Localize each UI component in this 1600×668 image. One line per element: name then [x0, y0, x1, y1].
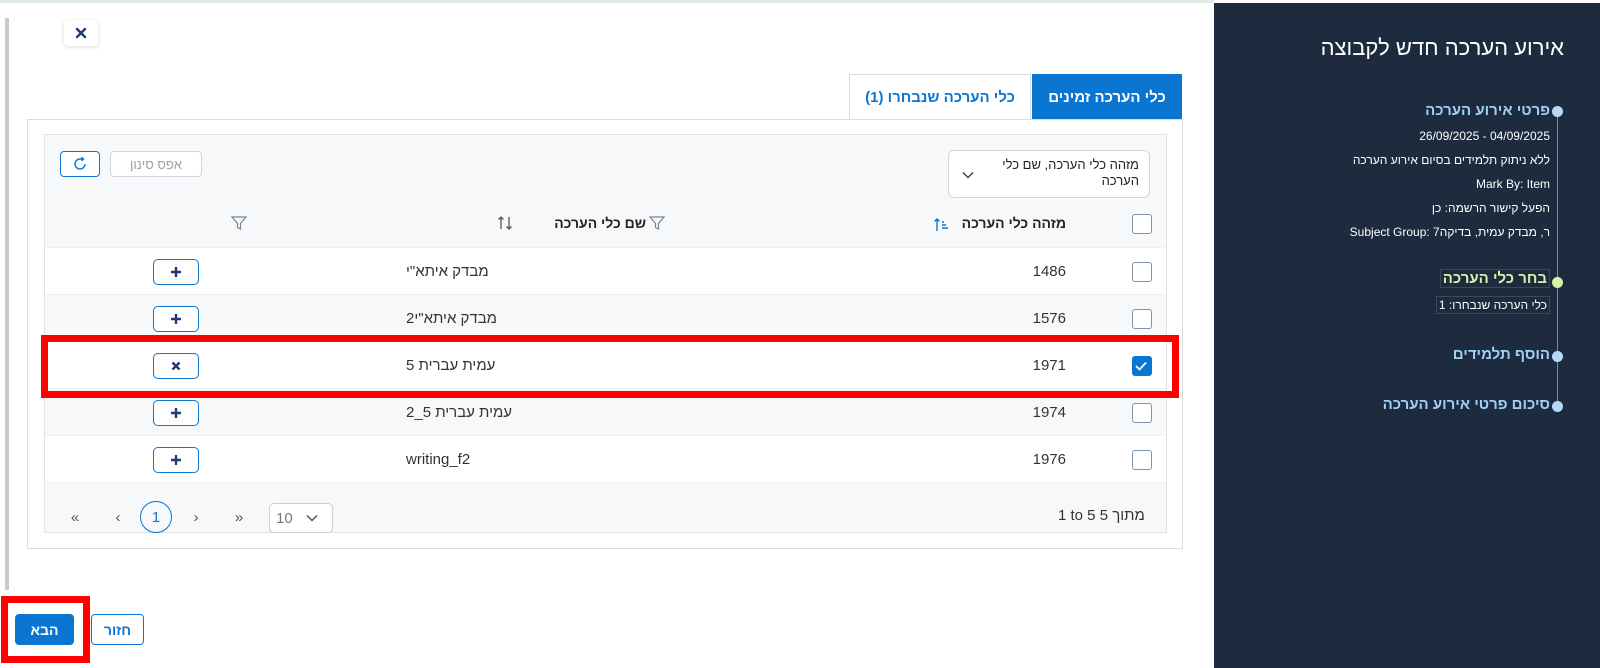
table-row[interactable]: 1486 מבדק איתא"י: [45, 248, 1166, 295]
add-tool-button[interactable]: [153, 259, 199, 285]
step-detail-mark-by: Mark By: Item: [1475, 177, 1550, 191]
pagination-summary: 1 to 5 מתוך 5: [1058, 507, 1145, 524]
assessment-event-wizard: כלי הערכה זמינים כלי הערכה שנבחרו (1) מז…: [0, 0, 1600, 668]
remove-tool-button[interactable]: [153, 353, 199, 379]
add-tool-button[interactable]: [153, 447, 199, 473]
step-dot-active: [1552, 277, 1563, 288]
column-header-id: מזהה כלי הערכה: [961, 214, 1066, 231]
chevron-down-icon: [962, 171, 974, 179]
tab-available-tools[interactable]: כלי הערכה זמינים: [1032, 74, 1182, 120]
sort-both-icon[interactable]: [496, 214, 514, 232]
table-row[interactable]: 1576 מבדק איתא"י2: [45, 295, 1166, 342]
plus-icon: [171, 267, 181, 277]
step-add-students[interactable]: הוסף תלמידים: [1453, 346, 1550, 363]
table-row-selected[interactable]: 1971 עמית עברית 5: [45, 342, 1166, 389]
tab-selected-tools[interactable]: כלי הערכה שנבחרו (1): [849, 74, 1031, 120]
step-event-details[interactable]: פרטי אירוע הערכה: [1425, 102, 1550, 119]
reset-filter-button[interactable]: אפס סינון: [110, 151, 202, 177]
row-name: מבדק איתא"י: [406, 262, 489, 280]
row-id: 1971: [1032, 356, 1066, 374]
sort-ascending-icon[interactable]: [933, 216, 951, 234]
left-scrollbar[interactable]: [5, 18, 9, 590]
first-page-button[interactable]: «: [64, 502, 86, 532]
search-column-select[interactable]: מזהה כלי הערכה, שם כלי הערכה: [948, 150, 1150, 198]
row-checkbox[interactable]: [1132, 403, 1152, 423]
step-detail-subject-group: Subject Group: 7ר, מבדק עמית, בדיקה: [1349, 225, 1550, 239]
last-page-button[interactable]: »: [228, 502, 250, 532]
table-row[interactable]: 1976 writing_f2: [45, 436, 1166, 483]
step-dot: [1552, 351, 1563, 362]
step-detail-selected-count: כלי הערכה שנבחרו: 1: [1435, 296, 1550, 314]
select-all-checkbox[interactable]: [1132, 214, 1152, 234]
step-detail-disconnect: ללא ניתוק תלמידים בסיום אירוע הערכה: [1352, 153, 1550, 167]
add-tool-button[interactable]: [153, 306, 199, 332]
steps-timeline: [1557, 112, 1558, 408]
top-divider: [0, 0, 1214, 3]
add-tool-button[interactable]: [153, 400, 199, 426]
row-id: 1576: [1032, 309, 1066, 327]
plus-icon: [171, 314, 181, 324]
row-name: עמית עברית 5: [406, 356, 496, 374]
row-name: מבדק איתא"י2: [406, 309, 497, 327]
refresh-icon: [74, 156, 86, 170]
step-summary[interactable]: סיכום פרטי אירוע הערכה: [1383, 396, 1550, 413]
step-detail-dates: 26/09/2025 - 04/09/2025: [1419, 129, 1550, 143]
next-page-button[interactable]: ›: [186, 502, 206, 532]
wizard-title: אירוע הערכה חדש לקבוצה: [1320, 35, 1564, 60]
next-button[interactable]: הבא: [15, 614, 74, 645]
prev-page-button[interactable]: ‹: [108, 502, 128, 532]
filter-name-icon[interactable]: [230, 214, 248, 232]
row-name: writing_f2: [406, 450, 471, 468]
row-checkbox[interactable]: [1132, 262, 1152, 282]
step-dot: [1552, 401, 1563, 412]
plus-icon: [171, 408, 181, 418]
back-button[interactable]: חזור: [91, 614, 144, 645]
page-size-value: 10: [276, 509, 293, 527]
page-number-current[interactable]: 1: [140, 501, 172, 533]
row-id: 1486: [1032, 262, 1066, 280]
row-checkbox[interactable]: [1132, 309, 1152, 329]
close-icon: [75, 27, 87, 39]
filter-id-icon[interactable]: [648, 214, 666, 232]
close-icon: [171, 361, 181, 371]
row-id: 1974: [1032, 403, 1066, 421]
checkmark-icon: [1135, 361, 1147, 371]
close-button[interactable]: [64, 20, 98, 46]
chevron-down-icon: [306, 514, 318, 522]
plus-icon: [171, 455, 181, 465]
row-checkbox[interactable]: [1132, 450, 1152, 470]
step-detail-registration-link: הפעל קישור הרשמה: כן: [1431, 201, 1550, 215]
row-checkbox-checked[interactable]: [1132, 356, 1152, 376]
column-header-name: שם כלי הערכה: [554, 214, 646, 231]
step-select-tools[interactable]: בחר כלי הערכה: [1439, 269, 1550, 288]
step-dot: [1552, 106, 1563, 117]
refresh-button[interactable]: [60, 151, 100, 177]
row-name: עמית עברית 5_2: [406, 403, 513, 421]
table-header-row: מזהה כלי הערכה שם כלי הערכה: [45, 198, 1166, 248]
table-row[interactable]: 1974 עמית עברית 5_2: [45, 389, 1166, 436]
row-id: 1976: [1032, 450, 1066, 468]
assessment-tools-table: מזהה כלי הערכה שם כלי הערכה 1486 מבדק אי…: [45, 198, 1166, 483]
search-column-select-value: מזהה כלי הערכה, שם כלי הערכה: [1002, 157, 1139, 188]
page-size-select[interactable]: 10: [269, 503, 333, 533]
